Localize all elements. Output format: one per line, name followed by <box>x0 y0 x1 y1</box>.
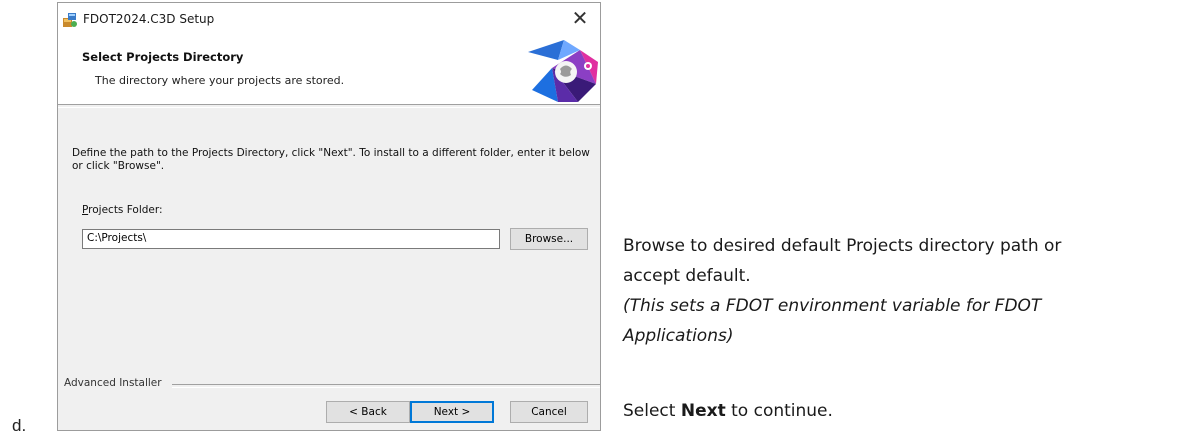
setup-dialog: FDOT2024.C3D Setup ✕ Select Projects Dir… <box>57 2 601 431</box>
note-line-1: Browse to desired default Projects direc… <box>623 236 1062 256</box>
browse-button[interactable]: Browse... <box>510 228 588 250</box>
folder-label-text: rojects Folder: <box>88 204 163 216</box>
next-button[interactable]: Next > <box>410 401 494 423</box>
note-line-5-bold: Next <box>680 401 726 421</box>
close-button[interactable]: ✕ <box>560 3 600 34</box>
page-title: Select Projects Directory <box>82 50 244 64</box>
advanced-installer-label: Advanced Installer <box>64 377 162 389</box>
window-title: FDOT2024.C3D Setup <box>83 12 215 26</box>
back-button[interactable]: < Back <box>326 401 410 423</box>
instructions-text: Define the path to the Projects Director… <box>72 147 590 172</box>
close-icon: ✕ <box>571 8 589 30</box>
cancel-button[interactable]: Cancel <box>510 401 588 423</box>
note-line-2: accept default. <box>623 266 751 286</box>
projects-folder-input[interactable]: C:\Projects\ <box>82 229 500 249</box>
note-line-3: (This sets a FDOT environment variable f… <box>623 296 1042 316</box>
projects-folder-label: Projects Folder: <box>82 204 163 216</box>
header-divider <box>58 104 600 108</box>
note-line-4: Applications) <box>623 326 734 346</box>
dialog-header: Select Projects Directory The directory … <box>58 34 600 104</box>
installer-banner-logo <box>528 40 598 102</box>
title-bar: FDOT2024.C3D Setup ✕ <box>58 3 600 34</box>
page-subtitle: The directory where your projects are st… <box>95 74 345 87</box>
footer-divider <box>172 384 600 388</box>
note-line-5: Select Next to continue. <box>623 401 833 421</box>
note-line-5-prefix: Select <box>623 401 681 421</box>
list-marker: d. <box>12 416 27 435</box>
note-line-5-suffix: to continue. <box>725 401 833 421</box>
installer-app-icon <box>63 13 77 27</box>
